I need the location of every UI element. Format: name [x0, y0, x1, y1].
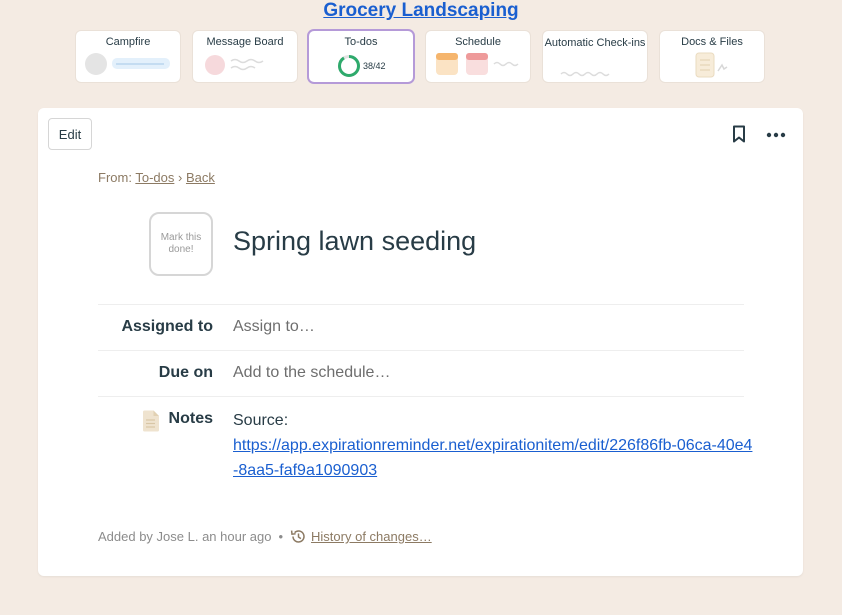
divider: [98, 350, 744, 351]
divider: [98, 304, 744, 305]
history-icon: [290, 530, 305, 543]
tool-docs-files[interactable]: Docs & Files: [660, 31, 764, 82]
breadcrumb: From: To-dos › Back: [98, 170, 215, 185]
breadcrumb-prefix: From:: [98, 170, 132, 185]
tool-schedule[interactable]: Schedule: [426, 31, 530, 82]
notes-source-link[interactable]: https://app.expirationreminder.net/expir…: [233, 437, 752, 479]
checkins-preview-icon: [560, 71, 610, 77]
campfire-preview-icon: [85, 53, 170, 75]
notes-source-prefix: Source:: [233, 412, 289, 429]
docs-preview-icon: [695, 52, 728, 78]
tool-todos[interactable]: To-dos 38/42: [309, 31, 413, 82]
todos-count: 38/42: [363, 61, 386, 71]
todo-card: Edit From: To-dos › Back Mark this done!…: [38, 108, 803, 576]
assign-to-field[interactable]: Assign to…: [233, 318, 315, 336]
notes-content: Source: https://app.expirationreminder.n…: [233, 408, 753, 483]
breadcrumb-separator: ›: [178, 170, 183, 185]
added-by-text: Added by Jose L. an hour ago: [98, 529, 272, 544]
tool-automatic-checkins[interactable]: Automatic Check-ins: [543, 31, 647, 82]
todo-title: Spring lawn seeding: [233, 226, 477, 256]
todo-footer: Added by Jose L. an hour ago • History o…: [98, 528, 432, 545]
due-on-label: Due on: [158, 364, 213, 381]
notes-label: Notes: [168, 410, 213, 427]
breadcrumb-link-back[interactable]: Back: [186, 170, 215, 185]
breadcrumb-link-todos[interactable]: To-dos: [135, 170, 174, 185]
mark-done-checkbox[interactable]: Mark this done!: [149, 212, 213, 276]
mark-done-label: Mark this done!: [160, 232, 202, 255]
schedule-preview-icon: [436, 53, 519, 75]
message-board-preview-icon: [205, 55, 264, 75]
edit-button[interactable]: Edit: [48, 118, 92, 150]
assigned-to-label: Assigned to: [121, 318, 213, 335]
bookmark-icon[interactable]: [732, 125, 746, 143]
todos-progress-ring-icon: [338, 55, 360, 77]
tool-campfire[interactable]: Campfire: [76, 31, 180, 82]
tool-message-board[interactable]: Message Board: [193, 31, 297, 82]
notes-document-icon: [143, 410, 159, 432]
divider: [98, 396, 744, 397]
due-date-field[interactable]: Add to the schedule…: [233, 364, 390, 382]
footer-separator: •: [278, 529, 284, 544]
history-of-changes-link[interactable]: History of changes…: [311, 529, 432, 544]
more-options-icon[interactable]: [766, 132, 786, 138]
project-title-link[interactable]: Grocery Landscaping: [0, 0, 842, 22]
